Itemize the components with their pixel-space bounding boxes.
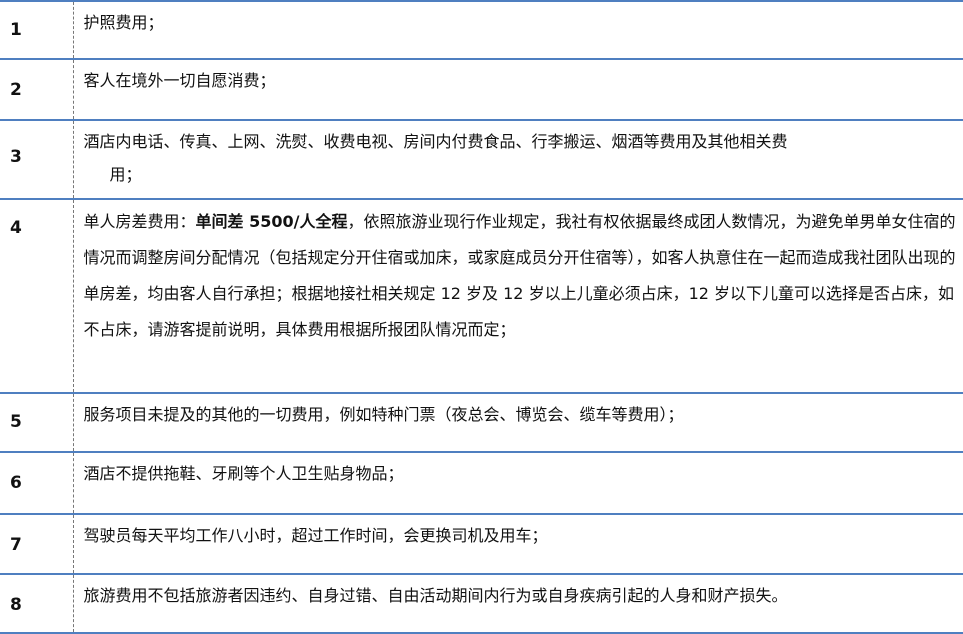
row-text-prefix: 单人房差费用： (83, 212, 196, 231)
row-text-cell: 旅游费用不包括旅游者因违约、自身过错、自由活动期间内行为或自身疾病引起的人身和财… (73, 573, 963, 634)
row-number: 7 (10, 535, 22, 555)
row-number: 6 (10, 473, 22, 493)
row-text-cell: 客人在境外一切自愿消费； (73, 58, 963, 121)
row-text: 酒店不提供拖鞋、牙刷等个人卫生贴身物品； (83, 464, 404, 483)
table-row: 5 服务项目未提及的其他的一切费用，例如特种门票（夜总会、博览会、缆车等费用）； (0, 392, 963, 453)
row-number: 5 (10, 412, 22, 432)
row-text: 驾驶员每天平均工作八小时，超过工作时间，会更换司机及用车； (83, 526, 548, 545)
row-number: 2 (10, 80, 22, 100)
fee-exclusions-table: 1 护照费用； 2 客人在境外一切自愿消费； 3 酒店内电话、传真、上网、洗熨、… (0, 0, 963, 634)
table-row: 3 酒店内电话、传真、上网、洗熨、收费电视、房间内付费食品、行李搬运、烟酒等费用… (0, 119, 963, 200)
row-text-cell: 酒店内电话、传真、上网、洗熨、收费电视、房间内付费食品、行李搬运、烟酒等费用及其… (73, 119, 963, 200)
row-number: 4 (10, 218, 22, 238)
row-number: 8 (10, 595, 22, 615)
row-number-cell: 4 (0, 198, 74, 394)
table-row: 7 驾驶员每天平均工作八小时，超过工作时间，会更换司机及用车； (0, 513, 963, 575)
row-number-cell: 2 (0, 58, 74, 121)
table-row: 2 客人在境外一切自愿消费； (0, 58, 963, 121)
row-text-cell: 驾驶员每天平均工作八小时，超过工作时间，会更换司机及用车； (73, 513, 963, 575)
fee-exclusions-table-wrapper: 1 护照费用； 2 客人在境外一切自愿消费； 3 酒店内电话、传真、上网、洗熨、… (0, 0, 963, 634)
row-number-cell: 7 (0, 513, 74, 575)
row-number-cell: 1 (0, 0, 74, 60)
row-text: 服务项目未提及的其他的一切费用，例如特种门票（夜总会、博览会、缆车等费用）； (83, 405, 684, 424)
row-text: 酒店内电话、传真、上网、洗熨、收费电视、房间内付费食品、行李搬运、烟酒等费用及其… (83, 132, 788, 151)
table-row: 6 酒店不提供拖鞋、牙刷等个人卫生贴身物品； (0, 451, 963, 515)
row-text-cell: 护照费用； (73, 0, 963, 60)
row-number: 1 (10, 20, 22, 40)
row-text: 旅游费用不包括旅游者因违约、自身过错、自由活动期间内行为或自身疾病引起的人身和财… (83, 586, 788, 605)
row-text: 客人在境外一切自愿消费； (83, 71, 276, 90)
row-text-cell: 服务项目未提及的其他的一切费用，例如特种门票（夜总会、博览会、缆车等费用）； (73, 392, 963, 453)
table-row: 8 旅游费用不包括旅游者因违约、自身过错、自由活动期间内行为或自身疾病引起的人身… (0, 573, 963, 634)
row-number: 3 (10, 147, 22, 167)
row-text-cell: 单人房差费用：单间差 5500/人全程，依照旅游业现行作业规定，我社有权依据最终… (73, 198, 963, 394)
row-number-cell: 3 (0, 119, 74, 200)
table-row: 1 护照费用； (0, 0, 963, 60)
row-text: ，依照旅游业现行作业规定，我社有权依据最终成团人数情况，为避免单男单女住宿的情况… (83, 212, 956, 339)
row-number-cell: 6 (0, 451, 74, 515)
row-number-cell: 5 (0, 392, 74, 453)
row-number-cell: 8 (0, 573, 74, 634)
table-row: 4 单人房差费用：单间差 5500/人全程，依照旅游业现行作业规定，我社有权依据… (0, 198, 963, 394)
row-text-continuation: 用； (109, 165, 142, 184)
row-text: 护照费用； (83, 13, 164, 32)
row-text-cell: 酒店不提供拖鞋、牙刷等个人卫生贴身物品； (73, 451, 963, 515)
single-room-surcharge: 单间差 5500/人全程 (195, 212, 348, 231)
